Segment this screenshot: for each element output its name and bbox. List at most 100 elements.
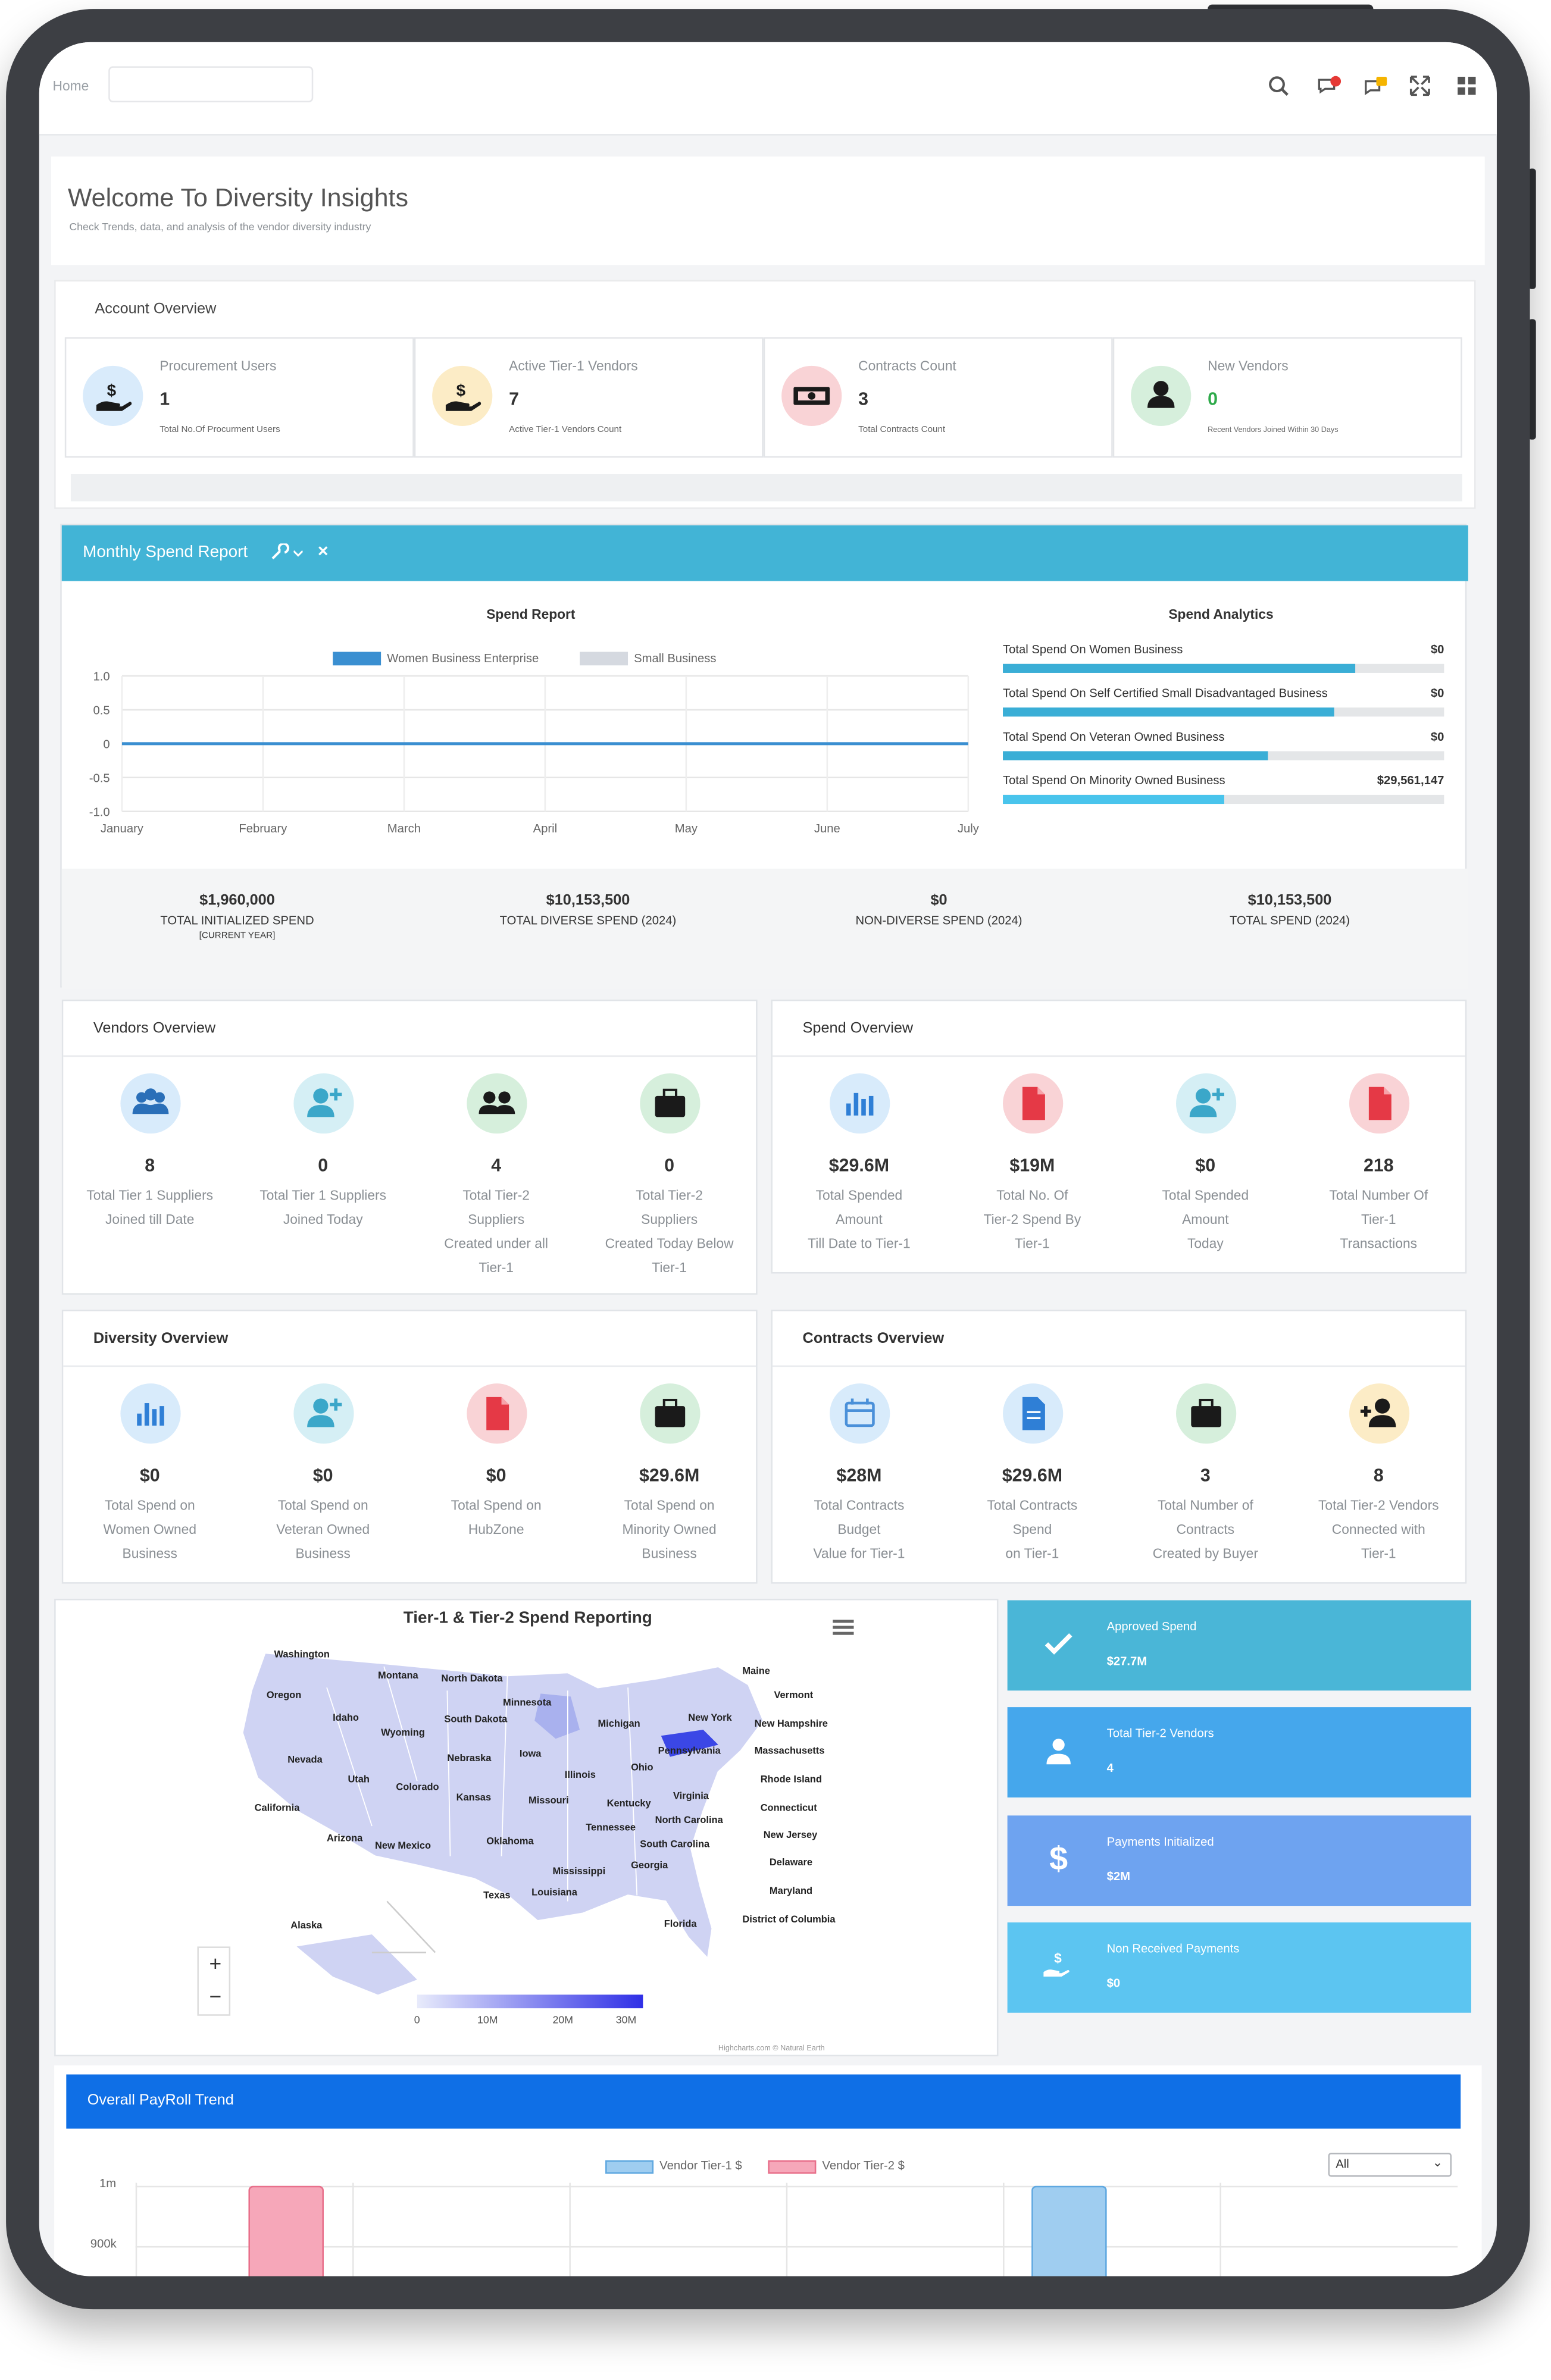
y-tick-label: 1.0 <box>93 671 110 684</box>
state-label: Louisiana <box>531 1887 578 1897</box>
analytics-title: Spend Analytics <box>1168 606 1274 622</box>
state-label: North Carolina <box>655 1815 724 1825</box>
top-bar: Home <box>39 42 1497 136</box>
search-input[interactable] <box>108 66 314 103</box>
stat-item[interactable]: $0 Total Spend on HubZone <box>409 1383 583 1542</box>
zoom-out-button[interactable]: − <box>199 1984 232 2008</box>
scale-label: 20M <box>552 2015 574 2027</box>
dollar-icon: $ <box>1049 1839 1068 1878</box>
state-label: Minnesota <box>503 1698 552 1708</box>
scale-label: 30M <box>615 2015 637 2027</box>
contracts-overview: Contracts Overview $28M Total Contracts B… <box>771 1310 1467 1584</box>
legend-swatch-tier1 <box>605 2160 654 2174</box>
legend-label-tier2[interactable]: Vendor Tier-2 $ <box>822 2159 904 2172</box>
state-label: Alaska <box>290 1920 323 1931</box>
panel-header: Overall PayRoll Trend <box>66 2074 1461 2129</box>
page-subtitle: Check Trends, data, and analysis of the … <box>69 223 371 234</box>
state-label: Oregon <box>267 1690 301 1701</box>
hand-money-icon: $ <box>83 365 143 427</box>
payroll-bar-tier1[interactable] <box>1031 2185 1107 2276</box>
state-label: Delaware <box>770 1857 812 1868</box>
stat-item[interactable]: 8 Total Tier-2 Vendors Connected with Tier… <box>1292 1383 1465 1565</box>
total-tier2-vendors-tile[interactable]: Total Tier-2 Vendors 4 <box>1007 1707 1471 1797</box>
payroll-filter-select[interactable]: All ⌄ <box>1328 2153 1452 2177</box>
stat-item[interactable]: 0 Total Tier 1 Suppliers Joined Today <box>236 1073 409 1232</box>
state-label: Georgia <box>631 1860 668 1871</box>
non-received-payments-tile[interactable]: $ Non Received Payments $0 <box>1007 1922 1471 2013</box>
vendors-overview: Vendors Overview 8 Total Tier 1 Supplier… <box>61 999 758 1295</box>
state-label: Vermont <box>774 1690 813 1701</box>
notification-icon[interactable] <box>1363 72 1390 99</box>
stat-item[interactable]: 8 Total Tier 1 Suppliers Joined till Date <box>63 1073 236 1232</box>
spend-totals: $1,960,000 TOTAL INITIALIZED SPEND [CURR… <box>61 868 1468 989</box>
y-tick-label: 0.5 <box>93 704 110 718</box>
state-label: District of Columbia <box>742 1914 836 1925</box>
user-plus-icon <box>1175 1073 1236 1134</box>
stat-item[interactable]: 3 Total Number of Contracts Created by Buy… <box>1119 1383 1292 1565</box>
stat-item[interactable]: $0 Total Spend on Veteran Owned Business <box>236 1383 409 1565</box>
payroll-bar-tier2[interactable] <box>248 2185 324 2276</box>
stat-item[interactable]: 4 Total Tier-2 Suppliers Created under all… <box>409 1073 583 1280</box>
wrench-icon[interactable] <box>270 543 290 561</box>
stat-item[interactable]: $0 Total Spend on Women Owned Business <box>63 1383 236 1565</box>
stat-item[interactable]: 0 Total Tier-2 Suppliers Created Today Bel… <box>583 1073 756 1280</box>
state-label: Idaho <box>333 1712 359 1723</box>
stat-item[interactable]: $29.6M Total Contracts Spend on Tier-1 <box>946 1383 1119 1565</box>
y-tick-label: 1m <box>99 2177 117 2191</box>
y-tick-label: 900k <box>90 2237 117 2251</box>
document-icon <box>1348 1073 1409 1134</box>
map-alaska[interactable] <box>296 1934 417 1995</box>
zoom-in-button[interactable]: + <box>199 1951 232 1975</box>
scale-label: 0 <box>414 2015 420 2027</box>
chart-title: Spend Report <box>486 606 576 622</box>
spend-overview: Spend Overview $29.6M Total Spended Amoun… <box>771 999 1467 1274</box>
user-icon <box>1131 365 1192 427</box>
y-tick-label: 0 <box>103 738 110 751</box>
user-icon <box>1046 1739 1071 1765</box>
screen: Home Welcome To Diversity Insights Check… <box>39 42 1497 2276</box>
analytics-progress <box>1003 751 1444 760</box>
fullscreen-icon[interactable] <box>1406 72 1434 99</box>
state-label: Rhode Island <box>761 1774 822 1785</box>
briefcase-icon <box>639 1383 700 1444</box>
svg-text:$: $ <box>107 381 117 399</box>
state-label: Maryland <box>770 1886 812 1896</box>
chevron-down-icon[interactable] <box>293 549 303 558</box>
state-label: Oklahoma <box>486 1836 534 1846</box>
state-label: South Dakota <box>444 1714 508 1724</box>
home-link[interactable]: Home <box>53 79 89 93</box>
scale-label: 10M <box>477 2015 498 2027</box>
total-initialized-spend: $1,960,000 TOTAL INITIALIZED SPEND [CURR… <box>160 892 314 941</box>
state-label: Michigan <box>598 1718 640 1729</box>
stat-item[interactable]: 218 Total Number Of Tier-1 Transactions <box>1292 1073 1465 1255</box>
map-credit[interactable]: Highcharts.com © Natural Earth <box>718 2044 825 2053</box>
stat-item[interactable]: $29.6M Total Spend on Minority Owned Busin… <box>583 1383 756 1565</box>
y-tick-label: -1.0 <box>89 806 110 819</box>
stat-item[interactable]: $19M Total No. Of Tier-2 Spend By Tier-1 <box>946 1073 1119 1255</box>
overview-card-contracts-count[interactable]: Contracts Count 3 Total Contracts Count <box>763 337 1113 458</box>
close-icon[interactable]: × <box>318 540 329 561</box>
overview-card-procurement-users[interactable]: $ Procurement Users 1 Total No.Of Procur… <box>64 337 414 458</box>
overview-card-active-tier1-vendors[interactable]: $ Active Tier-1 Vendors 7 Active Tier-1 … <box>414 337 764 458</box>
apps-grid-icon[interactable] <box>1453 72 1481 99</box>
x-tick-label: April <box>533 822 557 835</box>
stat-item[interactable]: $0 Total Spended Amount Today <box>1119 1073 1292 1255</box>
state-label: Utah <box>348 1774 370 1785</box>
search-icon[interactable] <box>1265 72 1292 99</box>
stat-item[interactable]: $29.6M Total Spended Amount Till Date to T… <box>773 1073 946 1255</box>
chat-icon[interactable] <box>1316 72 1343 99</box>
state-label: Wyoming <box>381 1727 425 1738</box>
bar-chart-icon <box>828 1073 890 1134</box>
legend-label-tier1[interactable]: Vendor Tier-1 $ <box>659 2159 742 2172</box>
chevron-down-icon: ⌄ <box>1432 2156 1443 2169</box>
overview-card-new-vendors[interactable]: New Vendors 0 Recent Vendors Joined With… <box>1112 337 1462 458</box>
approved-spend-tile[interactable]: Approved Spend $27.7M <box>1007 1600 1471 1691</box>
total-diverse-spend: $10,153,500 TOTAL DIVERSE SPEND (2024) <box>499 892 677 928</box>
user-plus-icon <box>293 1383 354 1444</box>
state-label: Washington <box>274 1649 329 1660</box>
payments-initialized-tile[interactable]: $ Payments Initialized $2M <box>1007 1815 1471 1906</box>
state-label: New Jersey <box>764 1830 818 1840</box>
state-label: Florida <box>664 1919 698 1930</box>
analytics-row: Total Spend On Self Certified Small Disa… <box>1003 687 1444 729</box>
stat-item[interactable]: $28M Total Contracts Budget Value for Tier… <box>773 1383 946 1565</box>
